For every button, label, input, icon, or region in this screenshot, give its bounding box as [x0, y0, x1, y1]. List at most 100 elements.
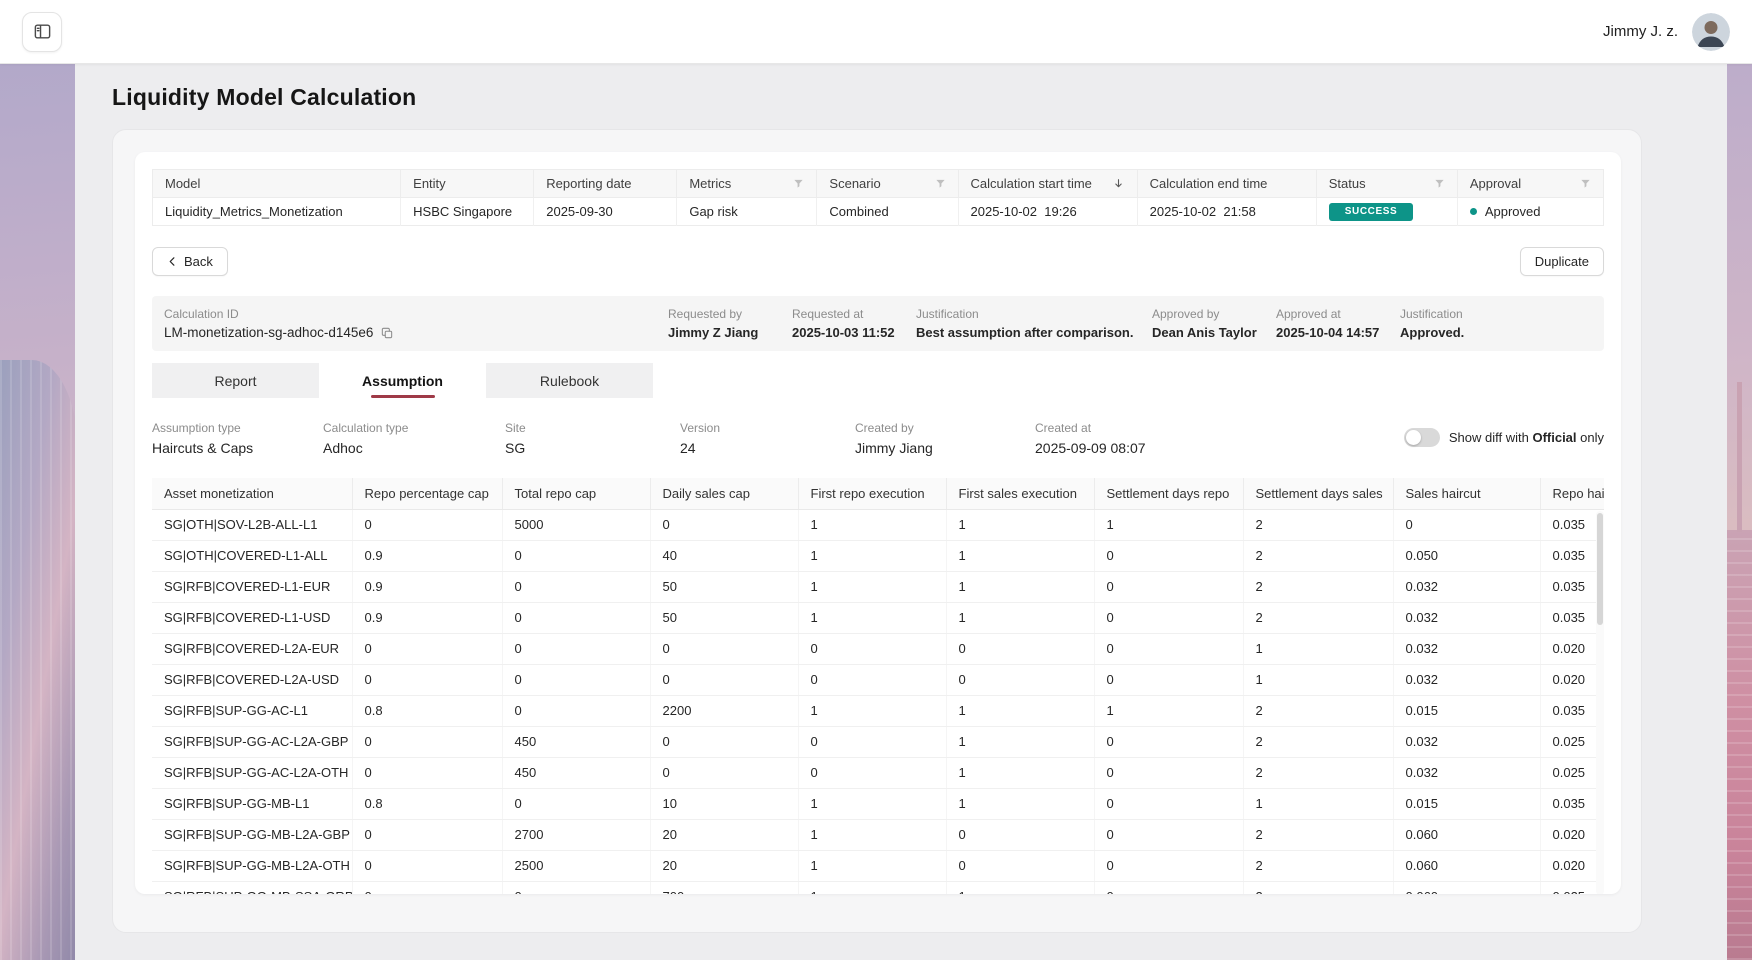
value-cell: 0: [1094, 602, 1243, 633]
value-cell: 1: [1094, 509, 1243, 540]
value-cell: 0: [352, 633, 502, 664]
main-content: Liquidity Model Calculation Model Entity…: [75, 64, 1727, 960]
assumption-table-row: SG|RFB|COVERED-L1-EUR0.905011020.0320.03…: [152, 571, 1604, 602]
value-cell: 0: [352, 757, 502, 788]
col-status: Status: [1316, 170, 1457, 198]
value-cell: 0: [502, 633, 650, 664]
approval-dot-icon: [1470, 208, 1477, 215]
value-cell: 1: [798, 602, 946, 633]
assumption-table-row: SG|RFB|COVERED-L2A-USD00000010.0320.020: [152, 664, 1604, 695]
value-cell: 2: [1243, 726, 1393, 757]
value-cell: 0: [352, 850, 502, 881]
created-at-block: Created at 2025-09-09 08:07: [1035, 421, 1255, 456]
value-cell: 2: [1243, 695, 1393, 726]
version-block: Version 24: [680, 421, 855, 456]
table-vertical-scrollbar[interactable]: [1596, 511, 1604, 894]
value-cell: 1: [798, 509, 946, 540]
copy-icon: [380, 326, 394, 340]
value-cell: 1: [1243, 788, 1393, 819]
calculation-card: Model Entity Reporting date Metrics Scen…: [135, 152, 1621, 894]
filter-icon[interactable]: [935, 178, 946, 189]
approval-cell: Approved: [1457, 198, 1603, 226]
col-repo-percentage-cap: Repo percentage cap: [352, 478, 502, 509]
value-cell: 1: [1243, 664, 1393, 695]
value-cell: 1: [798, 850, 946, 881]
scenario-cell: Combined: [817, 198, 958, 226]
value-cell: 0: [352, 881, 502, 894]
approval-justification-block: Justification Approved.: [1400, 307, 1592, 340]
back-button[interactable]: Back: [152, 247, 228, 276]
copy-id-button[interactable]: [380, 326, 394, 340]
value-cell: 1: [946, 540, 1094, 571]
background-canton-tower: [1726, 530, 1752, 960]
toggle-knob: [1406, 430, 1421, 445]
value-cell: 0: [502, 788, 650, 819]
tab-report[interactable]: Report: [152, 363, 319, 398]
col-reporting-date: Reporting date: [534, 170, 677, 198]
filter-icon[interactable]: [1580, 178, 1591, 189]
value-cell: 0: [1094, 819, 1243, 850]
value-cell: 0.035: [1540, 602, 1604, 633]
entity-cell: HSBC Singapore: [401, 198, 534, 226]
value-cell: 0.050: [1393, 540, 1540, 571]
value-cell: 0: [946, 664, 1094, 695]
approved-at-block: Approved at 2025-10-04 14:57: [1276, 307, 1400, 340]
created-by-block: Created by Jimmy Jiang: [855, 421, 1035, 456]
sidebar-toggle-button[interactable]: [22, 12, 62, 52]
tab-rulebook[interactable]: Rulebook: [486, 363, 653, 398]
value-cell: 50: [650, 602, 798, 633]
asset-monetization-cell: SG|RFB|COVERED-L2A-USD: [152, 664, 352, 695]
value-cell: 50: [650, 571, 798, 602]
asset-monetization-cell: SG|RFB|SUP-GG-AC-L2A-GBP: [152, 726, 352, 757]
value-cell: 0: [650, 757, 798, 788]
value-cell: 0.015: [1393, 695, 1540, 726]
value-cell: 20: [650, 819, 798, 850]
user-avatar[interactable]: [1692, 13, 1730, 51]
background-building-left: [0, 360, 78, 960]
asset-monetization-cell: SG|RFB|SUP-GG-MB-SSA-GRP: [152, 881, 352, 894]
value-cell: 0: [798, 633, 946, 664]
filter-icon[interactable]: [793, 178, 804, 189]
value-cell: 0: [1094, 571, 1243, 602]
value-cell: 0.060: [1393, 850, 1540, 881]
scrollbar-thumb[interactable]: [1597, 513, 1603, 625]
assumption-table-row: SG|RFB|SUP-GG-AC-L10.80220011120.0150.03…: [152, 695, 1604, 726]
asset-monetization-cell: SG|OTH|SOV-L2B-ALL-L1: [152, 509, 352, 540]
value-cell: 2: [1243, 509, 1393, 540]
value-cell: 0.032: [1393, 726, 1540, 757]
col-first-repo-execution: First repo execution: [798, 478, 946, 509]
col-approval: Approval: [1457, 170, 1603, 198]
duplicate-button[interactable]: Duplicate: [1520, 247, 1604, 276]
calc-end-time-cell: 2025-10-02 21:58: [1137, 198, 1316, 226]
show-diff-toggle[interactable]: [1404, 428, 1440, 447]
background-tower-spire: [1737, 382, 1742, 532]
assumption-type-block: Assumption type Haircuts & Caps: [152, 421, 323, 456]
value-cell: 0.060: [1393, 881, 1540, 894]
value-cell: 0: [502, 540, 650, 571]
value-cell: 0: [946, 850, 1094, 881]
tab-bar: Report Assumption Rulebook: [152, 363, 653, 398]
asset-monetization-cell: SG|RFB|SUP-GG-MB-L1: [152, 788, 352, 819]
value-cell: 1: [798, 788, 946, 819]
value-cell: 0: [650, 633, 798, 664]
filter-icon[interactable]: [1434, 178, 1445, 189]
value-cell: 0.9: [352, 602, 502, 633]
col-entity: Entity: [401, 170, 534, 198]
value-cell: 1: [798, 695, 946, 726]
calculation-id-label: Calculation ID: [164, 307, 668, 321]
value-cell: 0: [1094, 633, 1243, 664]
assumption-table-row: SG|RFB|SUP-GG-MB-L10.801011010.0150.035: [152, 788, 1604, 819]
approved-by-block: Approved by Dean Anis Taylor: [1152, 307, 1276, 340]
col-daily-sales-cap: Daily sales cap: [650, 478, 798, 509]
value-cell: 0.060: [1393, 819, 1540, 850]
sort-descending-icon[interactable]: [1112, 177, 1125, 190]
value-cell: 20: [650, 850, 798, 881]
value-cell: 0.035: [1540, 695, 1604, 726]
value-cell: 0: [650, 726, 798, 757]
value-cell: 0.032: [1393, 571, 1540, 602]
value-cell: 1: [798, 819, 946, 850]
value-cell: 0: [1094, 540, 1243, 571]
tab-assumption[interactable]: Assumption: [319, 363, 486, 398]
topbar: Jimmy J. z.: [0, 0, 1752, 64]
calc-start-time-cell: 2025-10-02 19:26: [958, 198, 1137, 226]
